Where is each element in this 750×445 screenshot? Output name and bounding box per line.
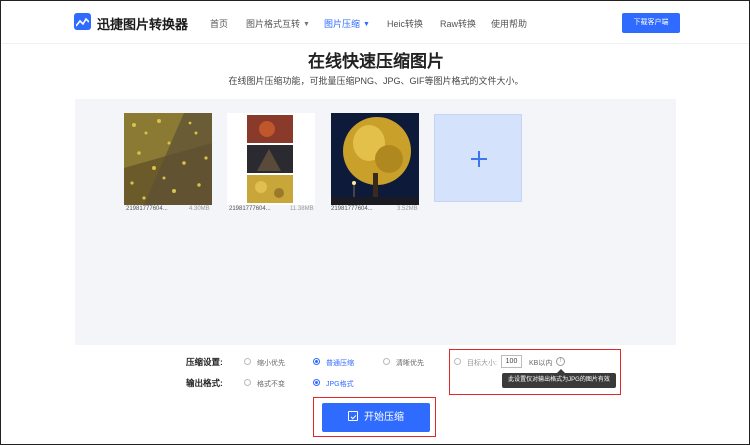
file-name: 21981777604...: [331, 206, 373, 212]
app-window: 迅捷图片转换器 首页 图片格式互转 ▼ 图片压缩 ▼ Heic转换 Raw转换 使用…: [0, 0, 750, 445]
file-size: 3.52MB: [397, 206, 418, 212]
nav-label: 图片格式互转: [246, 19, 301, 29]
chevron-down-icon: ▼: [303, 21, 310, 28]
nav-label: Raw转换: [440, 19, 477, 29]
nav-label: Heic转换: [387, 19, 424, 29]
top-nav-bar: 迅捷图片转换器 首页 图片格式互转 ▼ 图片压缩 ▼ Heic转换 Raw转换 使用…: [2, 2, 749, 44]
start-compress-button[interactable]: 开始压缩: [322, 403, 430, 432]
plus-icon: [478, 151, 480, 167]
radio-size-first[interactable]: [244, 358, 251, 365]
file-name: 21981777604...: [229, 206, 271, 212]
add-image-button[interactable]: [434, 114, 522, 202]
nav-raw-convert[interactable]: Raw转换: [440, 17, 476, 30]
target-size-highlight: [449, 349, 621, 395]
download-client-button[interactable]: 下载客户端: [622, 13, 680, 33]
brand-name[interactable]: 迅捷图片转换器: [97, 14, 188, 33]
option-label[interactable]: 缩小优先: [257, 358, 285, 368]
chevron-down-icon: ▼: [363, 21, 370, 28]
image-thumbnail[interactable]: [124, 113, 212, 205]
start-button-label: 开始压缩: [364, 412, 404, 423]
upload-area[interactable]: 21981777604... 4.30MB 21981777604... 11.…: [75, 99, 676, 345]
target-size-label: 目标大小:: [467, 360, 497, 367]
nav-format-convert[interactable]: 图片格式互转 ▼: [246, 17, 310, 30]
image-thumbnail[interactable]: [331, 113, 419, 205]
info-icon[interactable]: !: [556, 357, 565, 366]
nav-label: 首页: [210, 19, 229, 29]
thumbnail-image: [331, 113, 419, 205]
nav-image-compress[interactable]: 图片压缩 ▼: [324, 17, 370, 30]
nav-heic-convert[interactable]: Heic转换: [387, 17, 423, 30]
radio-target-size[interactable]: [454, 358, 461, 365]
file-name: 21981777604...: [126, 206, 168, 212]
page-subtitle: 在线图片压缩功能，可批量压缩PNG、JPG、GIF等图片格式的文件大小。: [228, 76, 524, 86]
compress-icon: [348, 411, 358, 421]
target-size-tooltip: 此设置仅对输出格式为JPG的图片有效: [502, 369, 616, 388]
target-size-input[interactable]: 100: [501, 355, 522, 368]
app-logo-icon[interactable]: [74, 13, 91, 30]
option-label[interactable]: 格式不变: [257, 379, 285, 389]
option-label[interactable]: 普通压缩: [326, 358, 354, 368]
page-title: 在线快速压缩图片: [308, 52, 444, 71]
compress-settings-label: 压缩设置:: [186, 357, 223, 367]
nav-home[interactable]: 首页: [210, 17, 228, 30]
output-format-label: 输出格式:: [186, 378, 223, 388]
thumbnail-image: [227, 113, 315, 205]
radio-keep-format[interactable]: [244, 379, 251, 386]
file-size: 11.38MB: [290, 206, 314, 212]
radio-normal-compress[interactable]: [313, 358, 320, 365]
target-size-unit: KB以内: [529, 360, 553, 367]
nav-label: 使用帮助: [491, 19, 528, 29]
image-thumbnail[interactable]: [227, 113, 315, 205]
file-size: 4.30MB: [189, 206, 210, 212]
radio-jpg-format[interactable]: [313, 379, 320, 386]
radio-clarity-first[interactable]: [383, 358, 390, 365]
option-label[interactable]: 清晰优先: [396, 358, 424, 368]
nav-label: 图片压缩: [324, 19, 361, 29]
nav-help[interactable]: 使用帮助: [491, 17, 527, 30]
option-label[interactable]: JPG格式: [326, 379, 354, 389]
thumbnail-image: [124, 113, 212, 205]
